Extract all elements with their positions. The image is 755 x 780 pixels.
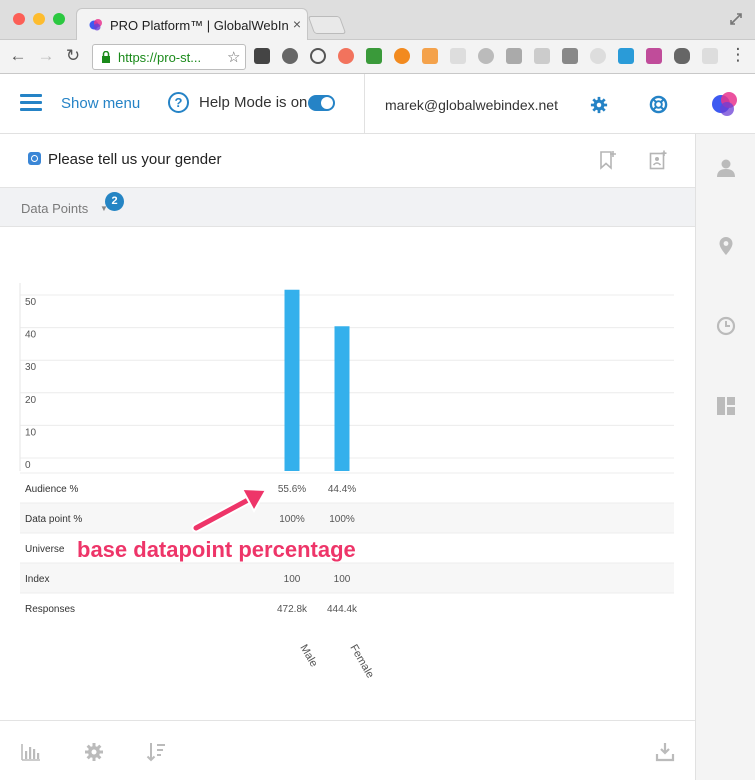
rss-extension-icon[interactable] [506, 48, 522, 64]
sync-extension-icon[interactable] [282, 48, 298, 64]
download-icon[interactable] [655, 742, 675, 762]
y-tick-label: 10 [25, 427, 37, 438]
bookmark-star-icon[interactable]: ☆ [227, 48, 240, 66]
pocket-extension-icon[interactable] [254, 48, 270, 64]
user-email[interactable]: marek@globalwebindex.net [385, 97, 558, 113]
app-header: Show menu ? Help Mode is on marek@global… [0, 74, 755, 134]
clock-icon[interactable] [716, 316, 736, 336]
question-bar: Please tell us your gender [0, 134, 695, 188]
browser-tab-strip: PRO Platform™ | GlobalWebIndex × [0, 0, 755, 41]
fullscreen-icon[interactable] [729, 12, 743, 26]
minimize-window-button[interactable] [33, 13, 45, 25]
y-tick-label: 30 [25, 362, 37, 373]
table-row-label: Audience % [25, 484, 78, 495]
maximize-window-button[interactable] [53, 13, 65, 25]
gwi-favicon-icon [89, 19, 102, 31]
browser-menu-icon[interactable]: ⋮ [728, 45, 748, 65]
table-cell: 44.4% [328, 484, 356, 495]
gear-icon[interactable] [84, 742, 104, 762]
address-bar[interactable]: https://pro-st... ☆ [92, 44, 246, 70]
table-cell: 100 [284, 574, 301, 585]
x-category-label: Female [347, 643, 376, 681]
data-points-count-badge: 2 [105, 192, 124, 211]
support-lifebuoy-icon[interactable] [649, 95, 668, 114]
table-cell: 100 [334, 574, 351, 585]
question-title: Please tell us your gender [48, 151, 222, 168]
data-points-bar[interactable]: Data Points ▼ 2 [0, 188, 695, 227]
bar-chart-icon[interactable] [21, 742, 41, 762]
back-arrow-icon[interactable]: ← [8, 46, 28, 66]
lock-icon [102, 51, 110, 63]
y-tick-label: 40 [25, 330, 37, 341]
gwi-logo-icon[interactable] [710, 89, 740, 119]
shoe-extension-icon[interactable] [674, 48, 690, 64]
add-to-dashboard-icon[interactable] [649, 150, 667, 170]
bottom-toolbar [0, 720, 695, 780]
table-cell: 100% [279, 514, 305, 525]
document-extension-icon[interactable] [450, 48, 466, 64]
tab-close-icon[interactable]: × [293, 16, 301, 32]
hamburger-menu-icon[interactable] [20, 94, 42, 112]
grid-extension-icon[interactable] [534, 48, 550, 64]
y-tick-label: 20 [25, 395, 37, 406]
dashboard-icon[interactable] [716, 396, 736, 416]
close-window-button[interactable] [13, 13, 25, 25]
chart: 50403020100Audience % 55.6% 44.4%Data poin… [19, 283, 674, 681]
settings-gear-icon[interactable] [590, 96, 608, 114]
reload-icon[interactable]: ↻ [63, 46, 83, 66]
table-row-label: Universe [25, 544, 65, 555]
browser-toolbar: ← → ↻ https://pro-st... ☆ ⋮ [0, 40, 755, 74]
info-extension-icon[interactable] [310, 48, 326, 64]
tab-title: PRO Platform™ | GlobalWebIndex [110, 18, 288, 33]
bookmark-add-icon[interactable] [599, 150, 617, 170]
sort-icon[interactable] [146, 742, 166, 762]
show-menu-link[interactable]: Show menu [61, 95, 140, 112]
person-icon[interactable] [716, 158, 736, 178]
data-points-label[interactable]: Data Points [21, 201, 88, 216]
gradient-extension-icon[interactable] [646, 48, 662, 64]
beach-extension-icon[interactable] [422, 48, 438, 64]
forward-arrow-icon[interactable]: → [36, 46, 56, 66]
bar-female [334, 326, 350, 471]
orange-extension-icon[interactable] [394, 48, 410, 64]
right-sidebar [695, 134, 755, 780]
tree-extension-icon[interactable] [702, 48, 718, 64]
location-pin-icon[interactable] [716, 236, 736, 256]
help-mode-label: Help Mode is on [199, 94, 308, 111]
table-row-label: Index [25, 574, 49, 585]
turtle-extension-icon[interactable] [366, 48, 382, 64]
annotation-label: base datapoint percentage [77, 537, 356, 562]
table-row-label: Responses [25, 604, 75, 615]
table-cell: 55.6% [278, 484, 306, 495]
help-mode-toggle[interactable] [308, 95, 335, 111]
new-tab-button[interactable] [307, 16, 347, 34]
e-extension-icon[interactable] [562, 48, 578, 64]
table-cell: 444.4k [327, 604, 358, 615]
y-tick-label: 0 [25, 460, 31, 471]
question-icon [28, 152, 41, 165]
header-divider [364, 74, 365, 134]
annotation-arrow-icon [191, 488, 268, 533]
y-tick-label: 50 [25, 297, 37, 308]
x-category-label: Male [297, 643, 319, 670]
browser-tab[interactable]: PRO Platform™ | GlobalWebIndex × [76, 8, 308, 41]
table-row-label: Data point % [25, 514, 82, 525]
d-extension-icon[interactable] [618, 48, 634, 64]
blocker-extension-icon[interactable] [338, 48, 354, 64]
url-text: https://pro-st... [118, 50, 202, 65]
table-cell: 472.8k [277, 604, 308, 615]
table-cell: 100% [329, 514, 355, 525]
bar-male [284, 289, 300, 471]
leaf-extension-icon[interactable] [478, 48, 494, 64]
react-extension-icon[interactable] [590, 48, 606, 64]
help-question-icon[interactable]: ? [168, 92, 189, 113]
